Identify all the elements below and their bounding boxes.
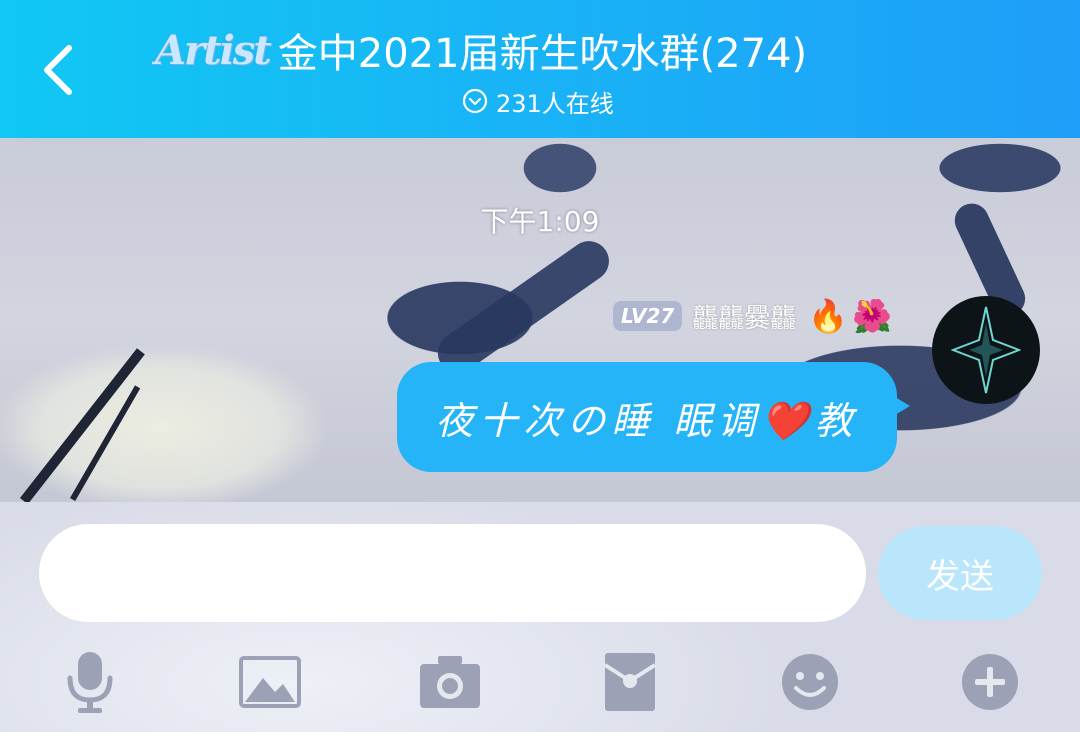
background-decoration <box>430 233 617 381</box>
flower-icon: 🌺 <box>852 297 892 335</box>
input-area: 发送 <box>0 502 1080 732</box>
group-logo: Artist <box>155 26 272 74</box>
message-bubble[interactable]: 夜十次の睡 眠调❤️教 <box>397 362 897 472</box>
emoji-button[interactable] <box>770 642 850 722</box>
plus-icon <box>962 654 1018 710</box>
message-input[interactable] <box>39 524 866 622</box>
red-packet-button[interactable] <box>590 642 670 722</box>
title-row[interactable]: Artist 金中2021届新生吹水群(274) <box>155 20 807 80</box>
camera-icon <box>420 656 480 708</box>
level-badge: LV27 <box>612 301 683 331</box>
message-timestamp: 下午1:09 <box>480 205 600 238</box>
image-button[interactable] <box>230 642 310 722</box>
image-icon <box>239 656 301 708</box>
red-packet-icon <box>603 653 657 711</box>
camera-button[interactable] <box>410 642 490 722</box>
voice-button[interactable] <box>50 642 130 722</box>
cross-icon <box>951 306 1021 394</box>
chevron-down-circle-icon <box>462 88 488 114</box>
emoji-icon <box>782 654 838 710</box>
group-title: 金中2021届新生吹水群(274) <box>277 31 808 77</box>
chevron-left-icon <box>44 45 72 95</box>
chat-header: Artist 金中2021届新生吹水群(274) 231人在线 <box>0 0 1080 138</box>
avatar[interactable] <box>932 296 1040 404</box>
chat-area[interactable]: 下午1:09 LV27 龘龘爨龘 🔥 🌺 夜十次の睡 眠调❤️教 <box>0 138 1080 502</box>
toolbar <box>0 642 1080 722</box>
more-button[interactable] <box>950 642 1030 722</box>
microphone-icon <box>67 652 113 713</box>
sender-name[interactable]: 龘龘爨龘 <box>692 298 796 335</box>
sender-info: LV27 龘龘爨龘 🔥 🌺 <box>612 296 892 336</box>
message-bubble-tail <box>890 394 910 418</box>
online-count: 231人在线 <box>496 89 614 118</box>
fire-icon: 🔥 <box>808 297 849 335</box>
back-button[interactable] <box>28 30 88 110</box>
send-button[interactable]: 发送 <box>878 526 1042 620</box>
online-status[interactable]: 231人在线 <box>462 84 614 118</box>
